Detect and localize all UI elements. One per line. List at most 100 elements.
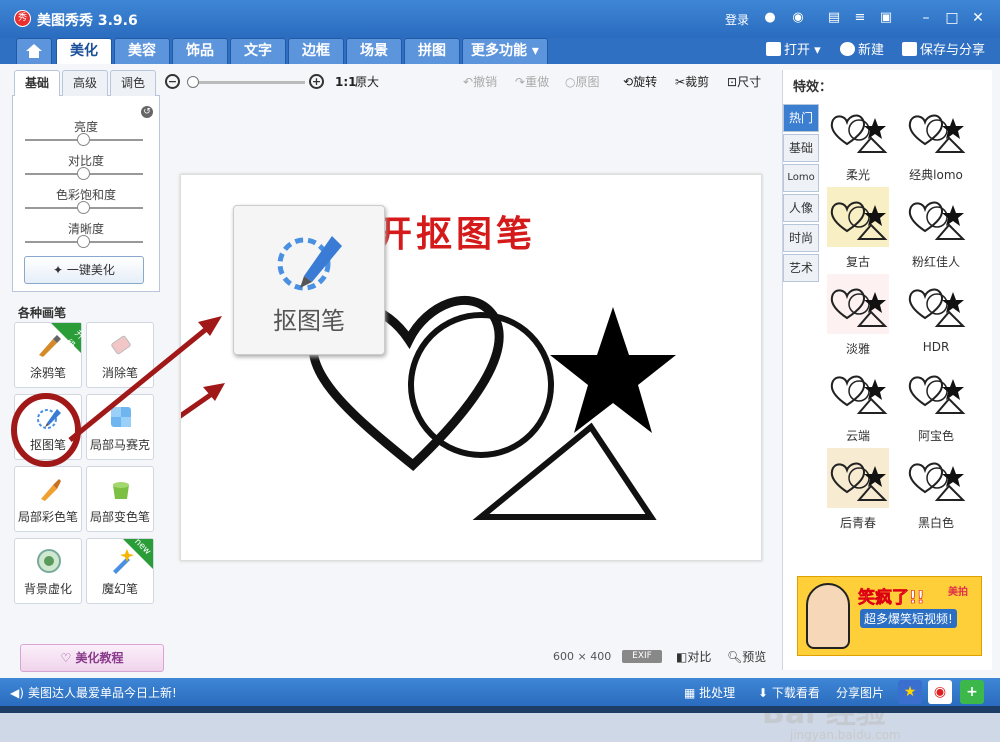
pen-label: 局部彩色笔 bbox=[17, 510, 78, 524]
category-hot[interactable]: 热门 bbox=[783, 104, 819, 132]
effect-thumbnail bbox=[827, 100, 889, 160]
pen-local-color[interactable]: 局部彩色笔 bbox=[14, 466, 82, 532]
skin-icon[interactable]: ▣ bbox=[878, 10, 894, 26]
reset-icon[interactable]: ↺ bbox=[141, 106, 153, 118]
save-label: 保存与分享 bbox=[920, 43, 986, 58]
tab-more-features[interactable]: 更多功能 ▾ bbox=[462, 38, 548, 64]
crop-button[interactable]: ✂裁剪 bbox=[675, 74, 709, 90]
effect-elegant[interactable]: 淡雅 bbox=[827, 274, 889, 356]
undo-button[interactable]: ↶撤销 bbox=[463, 74, 497, 90]
undo-label: 撤销 bbox=[473, 75, 498, 89]
pen-local-recolor[interactable]: 局部变色笔 bbox=[86, 466, 154, 532]
save-share-button[interactable]: 保存与分享 bbox=[902, 42, 985, 60]
original-size-button[interactable]: 原大 bbox=[355, 74, 379, 90]
share-button[interactable]: 分享图片 bbox=[836, 684, 884, 701]
meitu-xiuxiu-window: 秀 美图秀秀 3.9.6 登录 ● ◉ ▤ ≡ ▣ – □ ✕ 美化 美容 饰品… bbox=[0, 0, 1000, 742]
new-button[interactable]: 新建 bbox=[840, 42, 884, 60]
adjust-tab-advanced[interactable]: 高级 bbox=[62, 70, 108, 96]
effect-cloud[interactable]: 云端 bbox=[827, 361, 889, 443]
category-lomo[interactable]: Lomo bbox=[783, 164, 819, 192]
effect-thumbnail bbox=[905, 448, 967, 508]
qq-icon[interactable]: ● bbox=[762, 10, 778, 26]
scissors-icon: ✂ bbox=[675, 75, 686, 89]
close-icon[interactable]: ✕ bbox=[968, 8, 988, 28]
open-button[interactable]: 打开 ▾ bbox=[766, 42, 821, 60]
pen-background-blur[interactable]: 背景虚化 bbox=[14, 538, 82, 604]
message-icon[interactable]: ▤ bbox=[826, 10, 842, 26]
rotate-button[interactable]: ⟲旋转 bbox=[623, 74, 657, 90]
slider-knob[interactable] bbox=[77, 201, 90, 214]
original-label: 原图 bbox=[575, 75, 600, 89]
resize-button[interactable]: ⊡尺寸 bbox=[727, 74, 761, 90]
effect-label: 阿宝色 bbox=[917, 429, 954, 443]
slider-knob[interactable] bbox=[77, 133, 90, 146]
tab-beautify[interactable]: 美化 bbox=[56, 38, 112, 64]
home-tab[interactable] bbox=[16, 38, 52, 64]
category-fashion[interactable]: 时尚 bbox=[783, 224, 819, 252]
compare-button[interactable]: ◧对比 bbox=[676, 648, 711, 665]
download-button[interactable]: ⬇ 下载看看 bbox=[758, 684, 820, 701]
slider-knob[interactable] bbox=[77, 235, 90, 248]
effect-hdr[interactable]: HDR bbox=[905, 274, 967, 354]
effect-label: 云端 bbox=[845, 429, 870, 443]
home-icon bbox=[26, 44, 42, 58]
adjust-tab-basic[interactable]: 基础 bbox=[14, 70, 60, 97]
login-link[interactable]: 登录 bbox=[725, 11, 749, 28]
advertisement-banner[interactable]: 笑疯了!! 超多爆笑短视频! 美拍 bbox=[797, 576, 982, 656]
tab-scene[interactable]: 场景 bbox=[346, 38, 402, 64]
category-art[interactable]: 艺术 bbox=[783, 254, 819, 282]
paint-brush-icon bbox=[41, 479, 61, 501]
contrast-slider[interactable] bbox=[25, 167, 143, 180]
minimize-icon[interactable]: – bbox=[916, 8, 936, 28]
arrow-overlay bbox=[68, 316, 222, 442]
saturation-slider[interactable] bbox=[25, 201, 143, 214]
tab-text[interactable]: 文字 bbox=[230, 38, 286, 64]
zoom-slider[interactable] bbox=[187, 76, 305, 88]
redo-button[interactable]: ↷重做 bbox=[515, 74, 549, 90]
effect-thumbnail bbox=[905, 100, 967, 160]
effects-panel: 特效： 热门 基础 Lomo 人像 时尚 艺术 柔光 经典lomo 复古 粉红佳人 淡雅… bbox=[782, 70, 992, 670]
tab-collage[interactable]: 拼图 bbox=[404, 38, 460, 64]
star-icon[interactable]: ★ bbox=[898, 680, 922, 704]
original-button[interactable]: ○原图 bbox=[565, 74, 600, 90]
pen-magic[interactable]: new 魔幻笔 bbox=[86, 537, 154, 604]
one-key-beautify-button[interactable]: ✦ 一键美化 bbox=[24, 256, 144, 284]
effect-thumbnail bbox=[827, 187, 889, 247]
weibo-icon[interactable]: ◉ bbox=[790, 10, 806, 26]
zoom-in-icon[interactable]: + bbox=[309, 74, 324, 89]
tab-cosmetic[interactable]: 美容 bbox=[114, 38, 170, 64]
effect-soft-light[interactable]: 柔光 bbox=[827, 100, 889, 182]
category-basic[interactable]: 基础 bbox=[783, 134, 819, 162]
category-portrait[interactable]: 人像 bbox=[783, 194, 819, 222]
effect-retro[interactable]: 复古 bbox=[827, 187, 889, 269]
beautify-tutorial-button[interactable]: ♡ 美化教程 bbox=[20, 644, 164, 672]
slider-knob[interactable] bbox=[77, 167, 90, 180]
zoom-ratio[interactable]: 1:1 bbox=[335, 74, 357, 90]
batch-button[interactable]: ▦ 批处理 bbox=[684, 684, 735, 701]
effect-preview-icon bbox=[908, 114, 966, 153]
zoom-out-icon[interactable]: − bbox=[165, 74, 180, 89]
effect-abao-color[interactable]: 阿宝色 bbox=[905, 361, 967, 443]
exif-button[interactable]: EXIF bbox=[622, 650, 662, 663]
effect-post-youth[interactable]: 后青春 bbox=[827, 448, 889, 530]
main-tabs: 美化 美容 饰品 文字 边框 场景 拼图 更多功能 ▾ 打开 ▾ 新建 保存与分… bbox=[0, 38, 1000, 64]
sharpness-slider[interactable] bbox=[25, 235, 143, 248]
preview-button[interactable]: 🔍︎预览 bbox=[727, 648, 766, 665]
status-message[interactable]: 美图达人最爱单品今日上新! bbox=[28, 684, 177, 701]
zoom-knob[interactable] bbox=[187, 76, 199, 88]
effect-preview-icon bbox=[908, 201, 966, 240]
menu-icon[interactable]: ≡ bbox=[852, 10, 868, 26]
tab-accessories[interactable]: 饰品 bbox=[172, 38, 228, 64]
adjust-tab-color[interactable]: 调色 bbox=[110, 70, 156, 96]
weibo-share-icon[interactable]: ◉ bbox=[928, 680, 952, 704]
add-icon[interactable]: + bbox=[960, 680, 984, 704]
maximize-icon[interactable]: □ bbox=[942, 8, 962, 28]
effect-pink-lady[interactable]: 粉红佳人 bbox=[905, 187, 967, 269]
image-canvas[interactable]: 打开抠图笔 抠图笔 bbox=[180, 174, 762, 561]
wand-icon: ✦ bbox=[53, 263, 67, 277]
tab-border[interactable]: 边框 bbox=[288, 38, 344, 64]
effect-classic-lomo[interactable]: 经典lomo bbox=[905, 100, 967, 182]
app-title: 美图秀秀 3.9.6 bbox=[37, 13, 138, 29]
effect-black-white[interactable]: 黑白色 bbox=[905, 448, 967, 530]
brightness-slider[interactable] bbox=[25, 133, 143, 146]
